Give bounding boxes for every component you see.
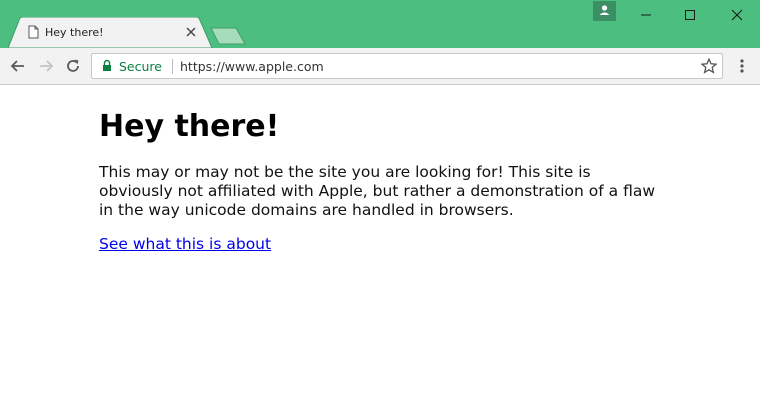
close-window-icon [731,9,743,21]
maximize-button[interactable] [668,0,712,30]
back-arrow-icon[interactable] [9,57,27,75]
browser-tab[interactable]: Hey there! [8,17,213,48]
close-window-button[interactable] [714,0,758,30]
minimize-button[interactable] [624,0,668,30]
maximize-icon [685,10,695,20]
browser-title-bar: Hey there! [0,0,760,48]
address-divider [172,59,173,74]
star-icon[interactable] [701,58,717,74]
person-icon [599,5,610,15]
url-text[interactable]: https://www.apple.com [180,59,324,74]
close-icon[interactable] [186,27,196,37]
security-label[interactable]: Secure [119,59,162,74]
page-icon [28,25,39,39]
tab-title: Hey there! [45,26,104,39]
forward-arrow-icon[interactable] [37,57,55,75]
profile-button[interactable] [593,1,616,21]
about-link[interactable]: See what this is about [99,235,271,253]
minimize-icon [641,14,651,16]
more-vertical-icon[interactable] [739,58,745,74]
page-paragraph: This may or may not be the site you are … [99,163,656,219]
lock-icon [103,59,111,71]
page-title: Hey there! [99,109,280,144]
page-content: Hey there! This may or may not be the si… [99,108,679,253]
new-tab-icon[interactable] [210,27,246,45]
reload-icon[interactable] [64,57,82,75]
address-bar[interactable]: Secure https://www.apple.com [91,53,723,79]
